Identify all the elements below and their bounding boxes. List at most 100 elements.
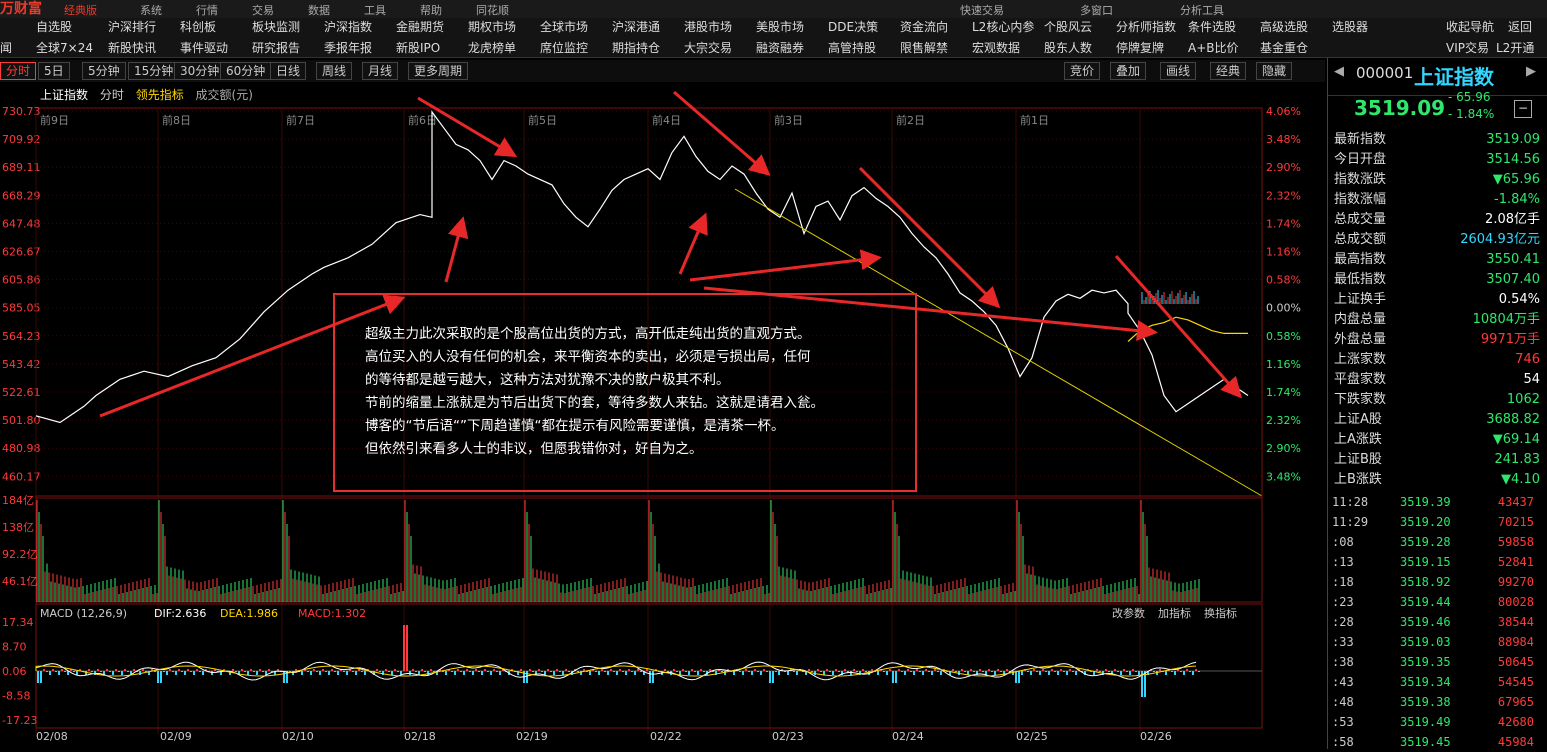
tick-vol: 50645 [1497, 655, 1534, 669]
menu-item[interactable]: 基金重仓 [1260, 39, 1308, 56]
menu-item[interactable]: 停牌复牌 [1116, 39, 1164, 56]
quote-row: 内盘总量 10804万手 [1332, 310, 1542, 330]
menu-item[interactable]: VIP交易 [1446, 39, 1489, 56]
x-date-label: 02/09 [160, 730, 192, 743]
tick-price: 3519.46 [1400, 615, 1451, 629]
chart-tool-2[interactable]: 画线 [1160, 62, 1197, 80]
menu-item[interactable]: 季报年报 [324, 39, 372, 56]
menu-item[interactable]: L2核心内参 [972, 18, 1034, 35]
menu-item[interactable]: 股东人数 [1044, 39, 1092, 56]
chart-indicator[interactable]: 领先指标 [136, 88, 184, 102]
menu-item[interactable]: 宏观数据 [972, 39, 1020, 56]
period-9[interactable]: 更多周期 [408, 62, 469, 80]
period-2[interactable]: 5分钟 [82, 62, 126, 80]
quote-value: 3507.40 [1486, 272, 1540, 287]
x-date-label: 02/08 [36, 730, 68, 743]
period-1[interactable]: 5日 [38, 62, 70, 80]
tick-vol: 38544 [1497, 615, 1534, 629]
menu-item[interactable]: 收起导航 [1446, 18, 1494, 35]
tick-row: :38 3519.35 50645 [1328, 652, 1547, 672]
menu-item[interactable]: 沪深指数 [324, 18, 372, 35]
menu-item[interactable]: 美股市场 [756, 18, 804, 35]
menu-item[interactable]: 板块监测 [252, 18, 300, 35]
menu-multi-window[interactable]: 多窗口 [1080, 2, 1113, 18]
annotation-box: 超级主力此次采取的是个股高位出货的方式，高开低走纯出货的直观方式。 高位买入的人… [333, 293, 917, 492]
menu-system[interactable]: 系统 [140, 2, 162, 18]
menu-item[interactable]: L2开通 [1496, 39, 1534, 56]
volume-tick: 46.1亿 [2, 575, 38, 588]
annotation-line: 高位买入的人没有任何的机会，来平衡资本的卖出，必须是亏损出局，任何 [365, 349, 811, 365]
volume-tick: 138亿 [2, 521, 34, 534]
menu-item[interactable]: 返回 [1508, 18, 1532, 35]
menu-item[interactable]: 限售解禁 [900, 39, 948, 56]
menu-item[interactable]: 大宗交易 [684, 39, 732, 56]
period-6[interactable]: 日线 [270, 62, 307, 80]
menu-item[interactable]: 条件选股 [1188, 18, 1236, 35]
period-0[interactable]: 分时 [0, 62, 37, 80]
menu-item[interactable]: 闻 [0, 39, 12, 56]
menu-help[interactable]: 帮助 [420, 2, 442, 18]
menu-item[interactable]: 资金流向 [900, 18, 948, 35]
menu-quotes[interactable]: 行情 [196, 2, 218, 18]
brand-edition: 经典版 [64, 4, 97, 17]
period-4[interactable]: 30分钟 [174, 62, 226, 80]
tick-price: 3519.44 [1400, 595, 1451, 609]
period-3[interactable]: 15分钟 [128, 62, 180, 80]
menu-item[interactable]: 事件驱动 [180, 39, 228, 56]
quote-label: 指数涨幅 [1334, 192, 1387, 207]
chart-tool-3[interactable]: 经典 [1210, 62, 1247, 80]
menu-item[interactable]: 个股风云 [1044, 18, 1092, 35]
tick-price: 3519.38 [1400, 695, 1451, 709]
menu-item[interactable]: 港股市场 [684, 18, 732, 35]
menu-item[interactable]: 融资融券 [756, 39, 804, 56]
menu-tools[interactable]: 工具 [364, 2, 386, 18]
quote-panel: ◀ 000001 上证指数 ▶ 3519.09 - 65.96 - 1.84% … [1327, 58, 1547, 749]
menu-item[interactable]: 科创板 [180, 18, 216, 35]
chart-tool-0[interactable]: 竞价 [1064, 62, 1101, 80]
tick-price: 3519.39 [1400, 495, 1451, 509]
menu-item[interactable]: 选股器 [1332, 18, 1368, 35]
collapse-icon[interactable]: − [1514, 100, 1532, 118]
menu-item[interactable]: 金融期货 [396, 18, 444, 35]
period-8[interactable]: 月线 [362, 62, 399, 80]
menu-item[interactable]: 自选股 [36, 18, 72, 35]
macd-dif: DIF:2.636 [154, 607, 206, 620]
menu-item[interactable]: 期权市场 [468, 18, 516, 35]
quote-label: 总成交额 [1334, 232, 1387, 247]
y-tick-right: 2.90% [1266, 442, 1301, 455]
chart-tool-1[interactable]: 叠加 [1110, 62, 1147, 80]
quote-row: 上证A股 3688.82 [1332, 410, 1542, 430]
macd-name: MACD (12,26,9) [40, 607, 127, 620]
menu-item[interactable]: 高级选股 [1260, 18, 1308, 35]
menu-item[interactable]: 席位监控 [540, 39, 588, 56]
chart-mode[interactable]: 分时 [100, 88, 124, 102]
tick-price: 3519.20 [1400, 515, 1451, 529]
quote-label: 指数涨跌 [1334, 172, 1387, 187]
menu-analysis-tool[interactable]: 分析工具 [1180, 2, 1224, 18]
menu-item[interactable]: 研究报告 [252, 39, 300, 56]
menu-item[interactable]: 沪深港通 [612, 18, 660, 35]
menu-item[interactable]: 沪深排行 [108, 18, 156, 35]
menu-item[interactable]: 分析师指数 [1116, 18, 1176, 35]
menu-item[interactable]: 高管持股 [828, 39, 876, 56]
menu-item[interactable]: 全球市场 [540, 18, 588, 35]
tick-vol: 45984 [1497, 735, 1534, 749]
menu-fast-trade[interactable]: 快速交易 [960, 2, 1004, 18]
tick-row: :48 3519.38 67965 [1328, 692, 1547, 712]
next-stock-icon[interactable]: ▶ [1526, 64, 1536, 79]
menu-item[interactable]: 期指持仓 [612, 39, 660, 56]
menu-ths[interactable]: 同花顺 [476, 2, 509, 18]
menu-data[interactable]: 数据 [308, 2, 330, 18]
menu-item[interactable]: 新股IPO [396, 39, 440, 56]
menu-trade[interactable]: 交易 [252, 2, 274, 18]
chart-tool-4[interactable]: 隐藏 [1256, 62, 1293, 80]
menu-item[interactable]: 全球7×24 [36, 39, 93, 56]
period-7[interactable]: 周线 [316, 62, 353, 80]
menu-item[interactable]: 新股快讯 [108, 39, 156, 56]
prev-stock-icon[interactable]: ◀ [1334, 64, 1344, 79]
period-5[interactable]: 60分钟 [220, 62, 272, 80]
menu-item[interactable]: DDE决策 [828, 18, 878, 35]
menu-item[interactable]: A+B比价 [1188, 39, 1239, 56]
tick-time: 11:29 [1332, 515, 1369, 529]
menu-item[interactable]: 龙虎榜单 [468, 39, 516, 56]
